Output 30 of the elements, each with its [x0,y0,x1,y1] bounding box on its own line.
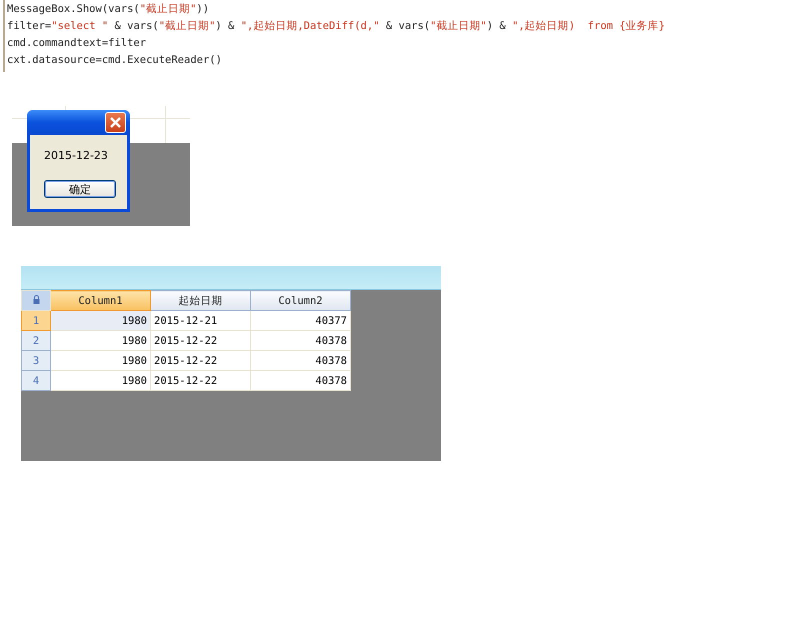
code-line: MessageBox.Show(vars("截止日期")) [7,2,210,17]
corner-cell[interactable] [22,290,50,310]
table-cell: 2015-12-21 [150,310,250,330]
table-cell: 40378 [250,350,350,370]
table-cell: 1980 [50,350,150,370]
message-text: 2015-12-23 [44,149,109,163]
code-line: cmd.commandtext=filter [7,36,148,51]
code-line: filter="select " & vars("截止日期") & ",起始日期,DateDiff(d," & vars("截止日期") & ",起始日期) from {业务库} [7,19,666,34]
close-icon [109,116,122,129]
column-header[interactable]: Column2 [250,290,350,310]
close-button[interactable] [105,112,126,133]
lock-icon [32,294,40,304]
table-cell: 40378 [250,370,350,390]
ok-button[interactable]: 确定 [44,180,116,198]
row-header[interactable]: 3 [22,350,50,370]
table-cell: 2015-12-22 [150,370,250,390]
column-header[interactable]: Column1 [50,290,150,310]
code-line: cxt.datasource=cmd.ExecuteReader() [7,53,223,68]
table-cell: 2015-12-22 [150,350,250,370]
table-cell: 40378 [250,330,350,350]
table-cell: 1980 [50,310,150,330]
table-cell: 40377 [250,310,350,330]
row-header[interactable]: 4 [22,370,50,390]
column-header[interactable]: 起始日期 [150,290,250,310]
code-editor[interactable]: MessageBox.Show(vars("截止日期")) filter="select " & vars("截止日期") & ",起始日期,DateDiff(d," & vars("截止日期") & ",起始日期) from {业务库} cmd.commandtext=filter cxt.datasource=cmd.ExecuteReader() [3,0,707,72]
row-header[interactable]: 2 [22,330,50,350]
table-cell: 1980 [50,370,150,390]
table-cell: 2015-12-22 [150,330,250,350]
row-header[interactable]: 1 [22,310,50,330]
table-cell: 1980 [50,330,150,350]
